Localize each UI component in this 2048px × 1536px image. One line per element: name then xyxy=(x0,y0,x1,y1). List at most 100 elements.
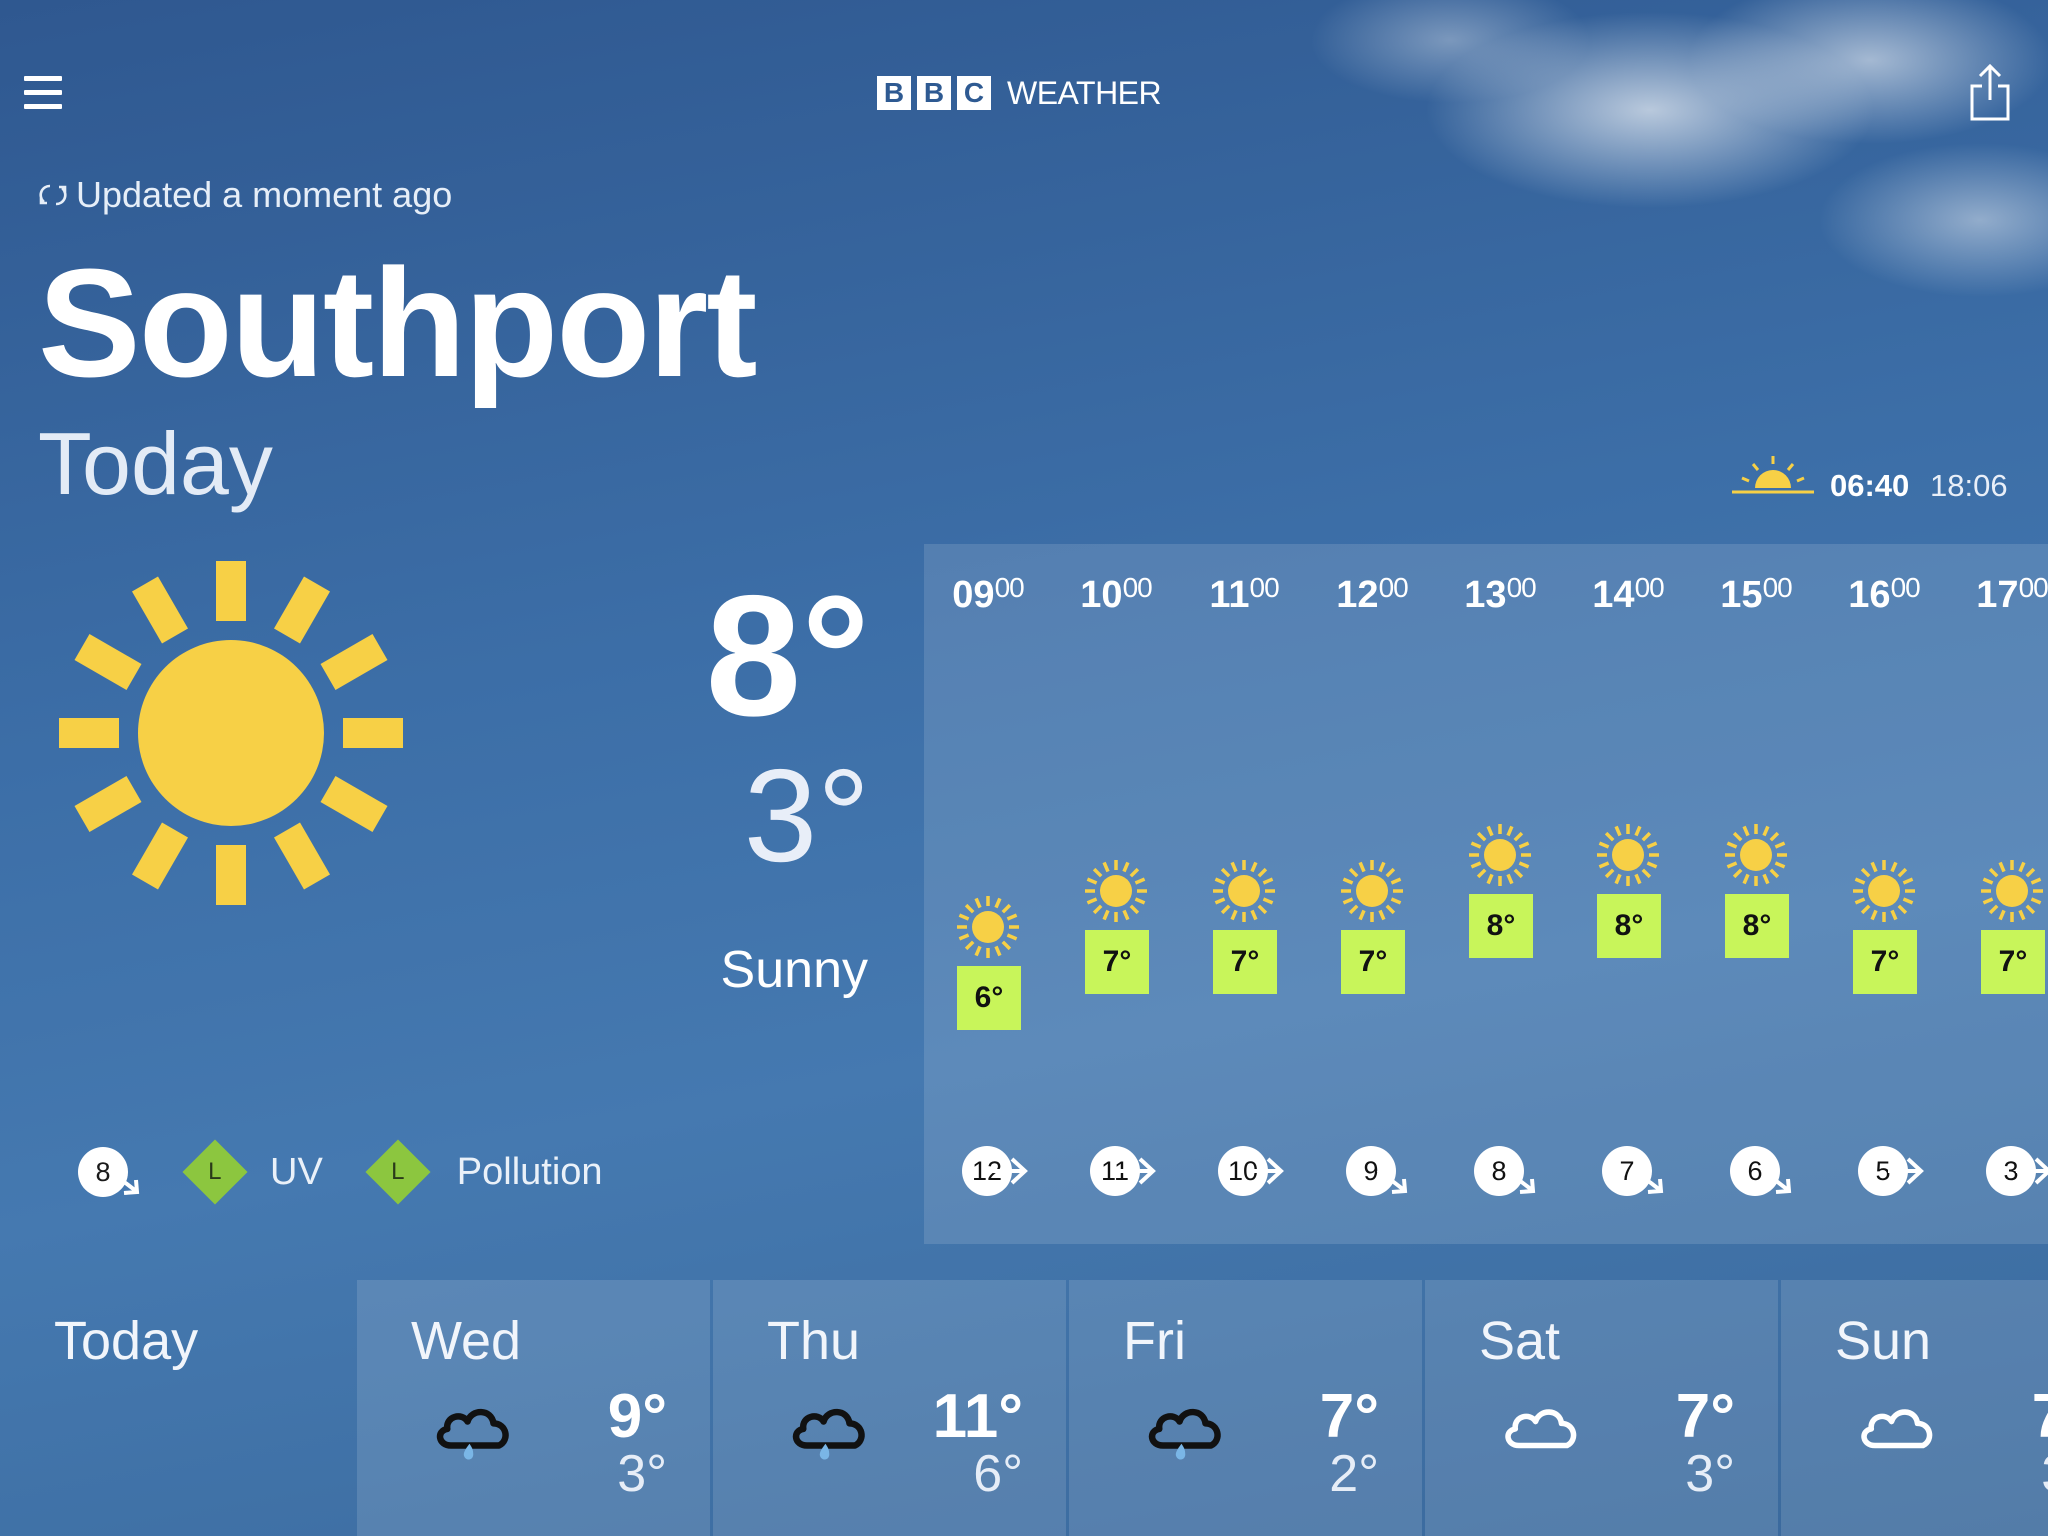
cloud-rain-icon xyxy=(1148,1408,1221,1460)
current-extras: 8 L UV L Pollution xyxy=(78,1139,603,1205)
hour-time: 1000 xyxy=(1052,572,1180,617)
uv-level-badge[interactable]: L xyxy=(182,1139,248,1205)
day-low-temp: 3° xyxy=(1685,1445,1735,1503)
pollution-level: L xyxy=(391,1157,405,1185)
sunrise-time: 06:40 xyxy=(1830,468,1910,503)
logo-letter: B xyxy=(917,76,951,110)
sun-icon xyxy=(1597,824,1659,886)
day-low-temp: 3° xyxy=(617,1445,667,1503)
uv-level: L xyxy=(208,1157,222,1185)
day-name: Today xyxy=(54,1311,199,1371)
hour-time: 1500 xyxy=(1692,572,1820,617)
day-name: Fri xyxy=(1123,1311,1186,1371)
day-high-temp: 9° xyxy=(607,1382,667,1451)
wind-direction-icon xyxy=(992,1157,1028,1185)
hour-time: 1300 xyxy=(1436,572,1564,617)
day-high-temp: 7° xyxy=(1319,1382,1379,1451)
hour-value: 12 xyxy=(1336,574,1379,616)
wind-direction-icon xyxy=(1632,1168,1664,1194)
minute-value: 00 xyxy=(2018,572,2048,603)
hour-wind-badge: 6 xyxy=(1730,1146,1792,1196)
hour-time: 1100 xyxy=(1180,572,1308,617)
city-name: Southport xyxy=(38,237,758,409)
hour-wind-badge: 9 xyxy=(1346,1146,1408,1196)
hour-wind-badge: 11 xyxy=(1090,1146,1156,1196)
sun-icon xyxy=(1341,860,1403,922)
hour-value: 11 xyxy=(1209,574,1250,616)
day-card-fri[interactable]: Fri 7° 2° xyxy=(1069,1280,1422,1536)
day-high-temp: 7° xyxy=(1675,1382,1735,1451)
hour-time: 0900 xyxy=(924,572,1052,617)
hour-temp: 7° xyxy=(1981,930,2045,994)
hour-column[interactable]: 1000 7° 11 xyxy=(1052,544,1180,1244)
hour-value: 17 xyxy=(1976,574,2019,616)
logo-word: WEATHER xyxy=(1007,74,1162,111)
current-high-temp: 8° xyxy=(705,560,870,752)
minute-value: 00 xyxy=(1378,572,1409,603)
sun-icon xyxy=(957,896,1019,958)
pollution-level-badge[interactable]: L xyxy=(365,1139,431,1205)
hour-column[interactable]: 1300 8° 8 xyxy=(1436,544,1564,1244)
day-name: Sat xyxy=(1479,1311,1561,1371)
current-condition: Sunny xyxy=(720,941,868,999)
hour-column[interactable]: 1500 8° 6 xyxy=(1692,544,1820,1244)
day-card-thu[interactable]: Thu 11° 6° xyxy=(713,1280,1066,1536)
hour-column[interactable]: 1400 8° 7 xyxy=(1564,544,1692,1244)
sun-icon xyxy=(59,561,403,905)
hour-value: 13 xyxy=(1464,574,1507,616)
bbc-weather-logo: B B C WEATHER xyxy=(877,74,1162,112)
hour-time: 1700 xyxy=(1948,572,2048,617)
hour-temp: 8° xyxy=(1597,894,1661,958)
day-card-today[interactable]: Today xyxy=(0,1280,355,1536)
day-name: Sun xyxy=(1835,1311,1932,1371)
hour-value: 16 xyxy=(1848,574,1891,616)
hour-column[interactable]: 0900 6° 12 xyxy=(924,544,1052,1244)
sun-icon xyxy=(1725,824,1787,886)
day-high-temp: 11° xyxy=(932,1382,1023,1451)
hourly-forecast[interactable]: 0900 6° 12 1000 7° 11 1100 7° 10 1200 7° 9 1300 8° 8 14… xyxy=(924,544,2048,1244)
hour-value: 14 xyxy=(1592,574,1635,616)
hour-time: 1200 xyxy=(1308,572,1436,617)
hour-column[interactable]: 1600 7° 5 xyxy=(1820,544,1948,1244)
current-low-temp: 3° xyxy=(743,742,870,889)
share-icon[interactable] xyxy=(1968,64,2012,122)
wind-direction-icon xyxy=(1120,1157,1156,1185)
uv-label: UV xyxy=(270,1150,323,1193)
menu-button[interactable] xyxy=(24,76,62,110)
sun-icon xyxy=(1469,824,1531,886)
cloud-rain-icon xyxy=(436,1408,509,1460)
updated-status[interactable]: Updated a moment ago xyxy=(38,174,452,216)
sun-icon xyxy=(1981,860,2043,922)
minute-value: 00 xyxy=(994,572,1025,603)
hour-time: 1400 xyxy=(1564,572,1692,617)
sunrise-icon xyxy=(1732,456,1814,494)
minute-value: 00 xyxy=(1122,572,1153,603)
day-card-sat[interactable]: Sat 7° 3° xyxy=(1425,1280,1778,1536)
cloud-icon xyxy=(1861,1409,1933,1449)
hour-column[interactable]: 1200 7° 9 xyxy=(1308,544,1436,1244)
day-card-wed[interactable]: Wed 9° 3° xyxy=(357,1280,710,1536)
current-wind-badge[interactable]: 8 xyxy=(78,1147,140,1197)
hour-column[interactable]: 1100 7° 10 xyxy=(1180,544,1308,1244)
day-name: Wed xyxy=(411,1311,522,1371)
hour-wind-badge: 8 xyxy=(1474,1146,1536,1196)
hour-column[interactable]: 1700 7° 3 xyxy=(1948,544,2048,1244)
logo-letter: B xyxy=(877,76,911,110)
minute-value: 00 xyxy=(1634,572,1665,603)
hour-time: 1600 xyxy=(1820,572,1948,617)
hour-wind-badge: 12 xyxy=(962,1146,1028,1196)
sunset-time: 18:06 xyxy=(1930,468,2008,503)
minute-value: 00 xyxy=(1249,572,1280,603)
hour-wind-badge: 7 xyxy=(1602,1146,1664,1196)
wind-direction-icon xyxy=(1504,1168,1536,1194)
wind-direction-icon xyxy=(1888,1157,1924,1185)
sun-icon xyxy=(1085,860,1147,922)
day-high-temp: 7° xyxy=(1981,1386,2048,1448)
day-card-sun[interactable]: Sun 7°3° xyxy=(1781,1280,2048,1536)
day-name: Thu xyxy=(767,1311,861,1371)
hour-temp: 8° xyxy=(1469,894,1533,958)
day-low-temp: 3° xyxy=(1981,1448,2048,1500)
wind-direction-icon xyxy=(1760,1168,1792,1194)
pollution-label: Pollution xyxy=(456,1150,603,1193)
daily-forecast[interactable]: Today Wed9°3°Thu11°6°Fri7°2°Sat7°3°Sun7°… xyxy=(0,1280,2048,1536)
